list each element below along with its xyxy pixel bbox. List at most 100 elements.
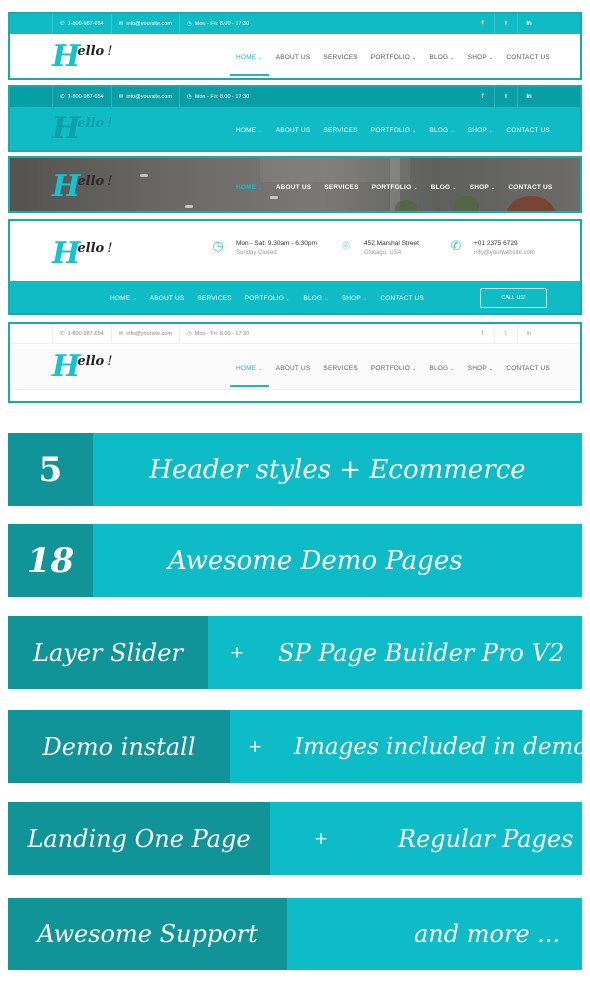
feature-banner-support: Awesome Support and more ... xyxy=(8,898,582,970)
feature-right-text: and more ... xyxy=(414,920,561,948)
twitter-icon[interactable]: t xyxy=(494,87,517,107)
twitter-icon[interactable]: t xyxy=(494,324,517,344)
logo[interactable]: Hello! xyxy=(52,239,112,269)
facebook-icon[interactable]: f xyxy=(471,324,494,344)
nav-about-us[interactable]: ABOUT US xyxy=(276,127,311,134)
feature-left-panel: Demo install xyxy=(8,710,230,783)
feature-banner-header-styles: 5 Header styles + Ecommerce xyxy=(8,433,582,506)
background-photo-light xyxy=(270,196,278,199)
nav-services[interactable]: SERVICES xyxy=(323,127,357,134)
nav-services[interactable]: SERVICES xyxy=(197,295,231,302)
nav-shop[interactable]: SHOP ⌄ xyxy=(468,127,494,134)
topbar: ✆ 1-800-987-654 ✉ info@yoursite.com ◷ Mon -… xyxy=(10,87,580,107)
main-nav: HOME ⌄ ABOUT US SERVICES PORTFOLIO ⌄ BLOG ⌄… xyxy=(236,184,552,191)
linkedin-icon[interactable]: in xyxy=(517,14,540,34)
nav-portfolio[interactable]: PORTFOLIO ⌄ xyxy=(371,365,417,372)
nav-services[interactable]: SERVICES xyxy=(323,365,357,372)
nav-blog[interactable]: BLOG ⌄ xyxy=(429,127,454,134)
nav-about-us[interactable]: ABOUT US xyxy=(276,184,312,191)
topbar-phone[interactable]: ✆ 1-800-987-654 xyxy=(52,14,111,34)
chevron-down-icon: ⌄ xyxy=(258,185,263,191)
envelope-icon: ✉ xyxy=(118,331,124,337)
nav-about-us[interactable]: ABOUT US xyxy=(150,295,185,302)
chevron-down-icon: ⌄ xyxy=(258,128,263,134)
background-photo-plant xyxy=(395,200,417,211)
active-underline xyxy=(230,385,269,387)
chevron-down-icon: ⌄ xyxy=(324,296,329,302)
feature-left-panel: 18 xyxy=(8,524,93,597)
logo[interactable]: Hello! xyxy=(52,352,112,382)
nav-contact-us[interactable]: CONTACT US xyxy=(506,54,550,61)
nav-shop[interactable]: SHOP ⌄ xyxy=(468,54,494,61)
chevron-down-icon: ⌄ xyxy=(413,185,418,191)
feature-left-panel: Awesome Support xyxy=(8,898,287,970)
map-pin-icon: ⌾ xyxy=(342,239,350,254)
info-phone: ✆ +01 2375 6729 info@yourwebsite.com xyxy=(448,239,535,258)
header-style-1-preview: ✆ 1-800-987-654 ✉ info@yoursite.com ◷ Mon -… xyxy=(8,12,582,80)
feature-banner-demo-install: Demo install + Images included in demo xyxy=(8,710,582,783)
topbar-email[interactable]: ✉ info@yoursite.com xyxy=(110,14,179,34)
chevron-down-icon: ⌄ xyxy=(258,366,263,372)
topbar-email[interactable]: ✉ info@yoursite.com xyxy=(110,324,179,344)
nav-shop[interactable]: SHOP ⌄ xyxy=(342,295,368,302)
facebook-icon[interactable]: f xyxy=(471,87,494,107)
twitter-icon[interactable]: t xyxy=(494,14,517,34)
logo[interactable]: Hello! xyxy=(52,114,112,144)
chevron-down-icon: ⌄ xyxy=(362,296,368,302)
nav-blog[interactable]: BLOG ⌄ xyxy=(303,295,328,302)
nav-services[interactable]: SERVICES xyxy=(323,54,357,61)
logo[interactable]: Hello! xyxy=(52,42,112,72)
header-style-5-preview: ✆ 1-800-987-654 ✉ info@yoursite.com ◷ Mon -… xyxy=(8,322,582,403)
phone-icon: ✆ xyxy=(60,94,65,100)
topbar-phone[interactable]: ✆ 1-800-987-654 xyxy=(52,324,111,344)
nav-home[interactable]: HOME ⌄ xyxy=(236,127,263,134)
main-nav: HOME ⌄ ABOUT US SERVICES PORTFOLIO ⌄ BLOG ⌄… xyxy=(110,295,424,302)
topbar: ✆ 1-800-987-654 ✉ info@yoursite.com ◷ Mon -… xyxy=(10,324,580,344)
nav-contact-us[interactable]: CONTACT US xyxy=(506,365,550,372)
chevron-down-icon: ⌄ xyxy=(412,366,417,372)
nav-portfolio[interactable]: PORTFOLIO ⌄ xyxy=(371,127,417,134)
nav-portfolio[interactable]: PORTFOLIO ⌄ xyxy=(245,295,291,302)
nav-home[interactable]: HOME ⌄ xyxy=(230,54,269,76)
nav-contact-us[interactable]: CONTACT US xyxy=(506,127,550,134)
nav-home[interactable]: HOME ⌄ xyxy=(230,365,269,387)
linkedin-icon[interactable]: in xyxy=(517,87,540,107)
call-us-button[interactable]: CALL US! xyxy=(480,288,547,308)
feature-right-text: SP Page Builder Pro V2 xyxy=(278,638,565,667)
nav-contact-us[interactable]: CONTACT US xyxy=(508,184,552,191)
chevron-down-icon: ⌄ xyxy=(488,366,494,372)
nav-about-us[interactable]: ABOUT US xyxy=(276,54,311,61)
nav-shop[interactable]: SHOP ⌄ xyxy=(470,184,496,191)
topbar-phone[interactable]: ✆ 1-800-987-654 xyxy=(52,87,111,107)
chevron-down-icon: ⌄ xyxy=(132,296,137,302)
feature-right-text: Header styles + Ecommerce xyxy=(149,454,526,485)
topbar-hours: ◷ Mon - Fri: 8.00 - 17:30 xyxy=(178,14,256,34)
topbar: ✆ 1-800-987-654 ✉ info@yoursite.com ◷ Mon -… xyxy=(10,14,580,34)
chevron-down-icon: ⌄ xyxy=(258,55,263,61)
facebook-icon[interactable]: f xyxy=(471,14,494,34)
nav-home[interactable]: HOME ⌄ xyxy=(236,184,263,191)
logo[interactable]: Hello! xyxy=(52,172,112,202)
feature-banner-demo-pages: 18 Awesome Demo Pages xyxy=(8,524,582,597)
nav-shop[interactable]: SHOP ⌄ xyxy=(468,365,494,372)
chevron-down-icon: ⌄ xyxy=(488,55,494,61)
info-hours: ◷ Mon - Sat: 9.30am - 6.30pm Sunday Close… xyxy=(210,239,317,258)
nav-blog[interactable]: BLOG ⌄ xyxy=(431,184,457,191)
nav-services[interactable]: SERVICES xyxy=(324,184,358,191)
chevron-down-icon: ⌄ xyxy=(450,55,455,61)
chevron-down-icon: ⌄ xyxy=(452,185,457,191)
chevron-down-icon: ⌄ xyxy=(450,366,455,372)
chevron-down-icon: ⌄ xyxy=(286,296,291,302)
linkedin-icon[interactable]: in xyxy=(517,324,540,344)
nav-portfolio[interactable]: PORTFOLIO ⌄ xyxy=(371,54,417,61)
nav-blog[interactable]: BLOG ⌄ xyxy=(429,54,454,61)
nav-about-us[interactable]: ABOUT US xyxy=(276,365,311,372)
nav-portfolio[interactable]: PORTFOLIO ⌄ xyxy=(372,184,418,191)
envelope-icon: ✉ xyxy=(118,94,124,100)
nav-home[interactable]: HOME ⌄ xyxy=(110,295,137,302)
topbar-email[interactable]: ✉ info@yoursite.com xyxy=(110,87,179,107)
nav-blog[interactable]: BLOG ⌄ xyxy=(429,365,454,372)
nav-contact-us[interactable]: CONTACT US xyxy=(380,295,424,302)
feature-banner-landing-page: Landing One Page + Regular Pages xyxy=(8,802,582,875)
main-nav: HOME ⌄ ABOUT US SERVICES PORTFOLIO ⌄ BLOG ⌄… xyxy=(230,54,550,76)
